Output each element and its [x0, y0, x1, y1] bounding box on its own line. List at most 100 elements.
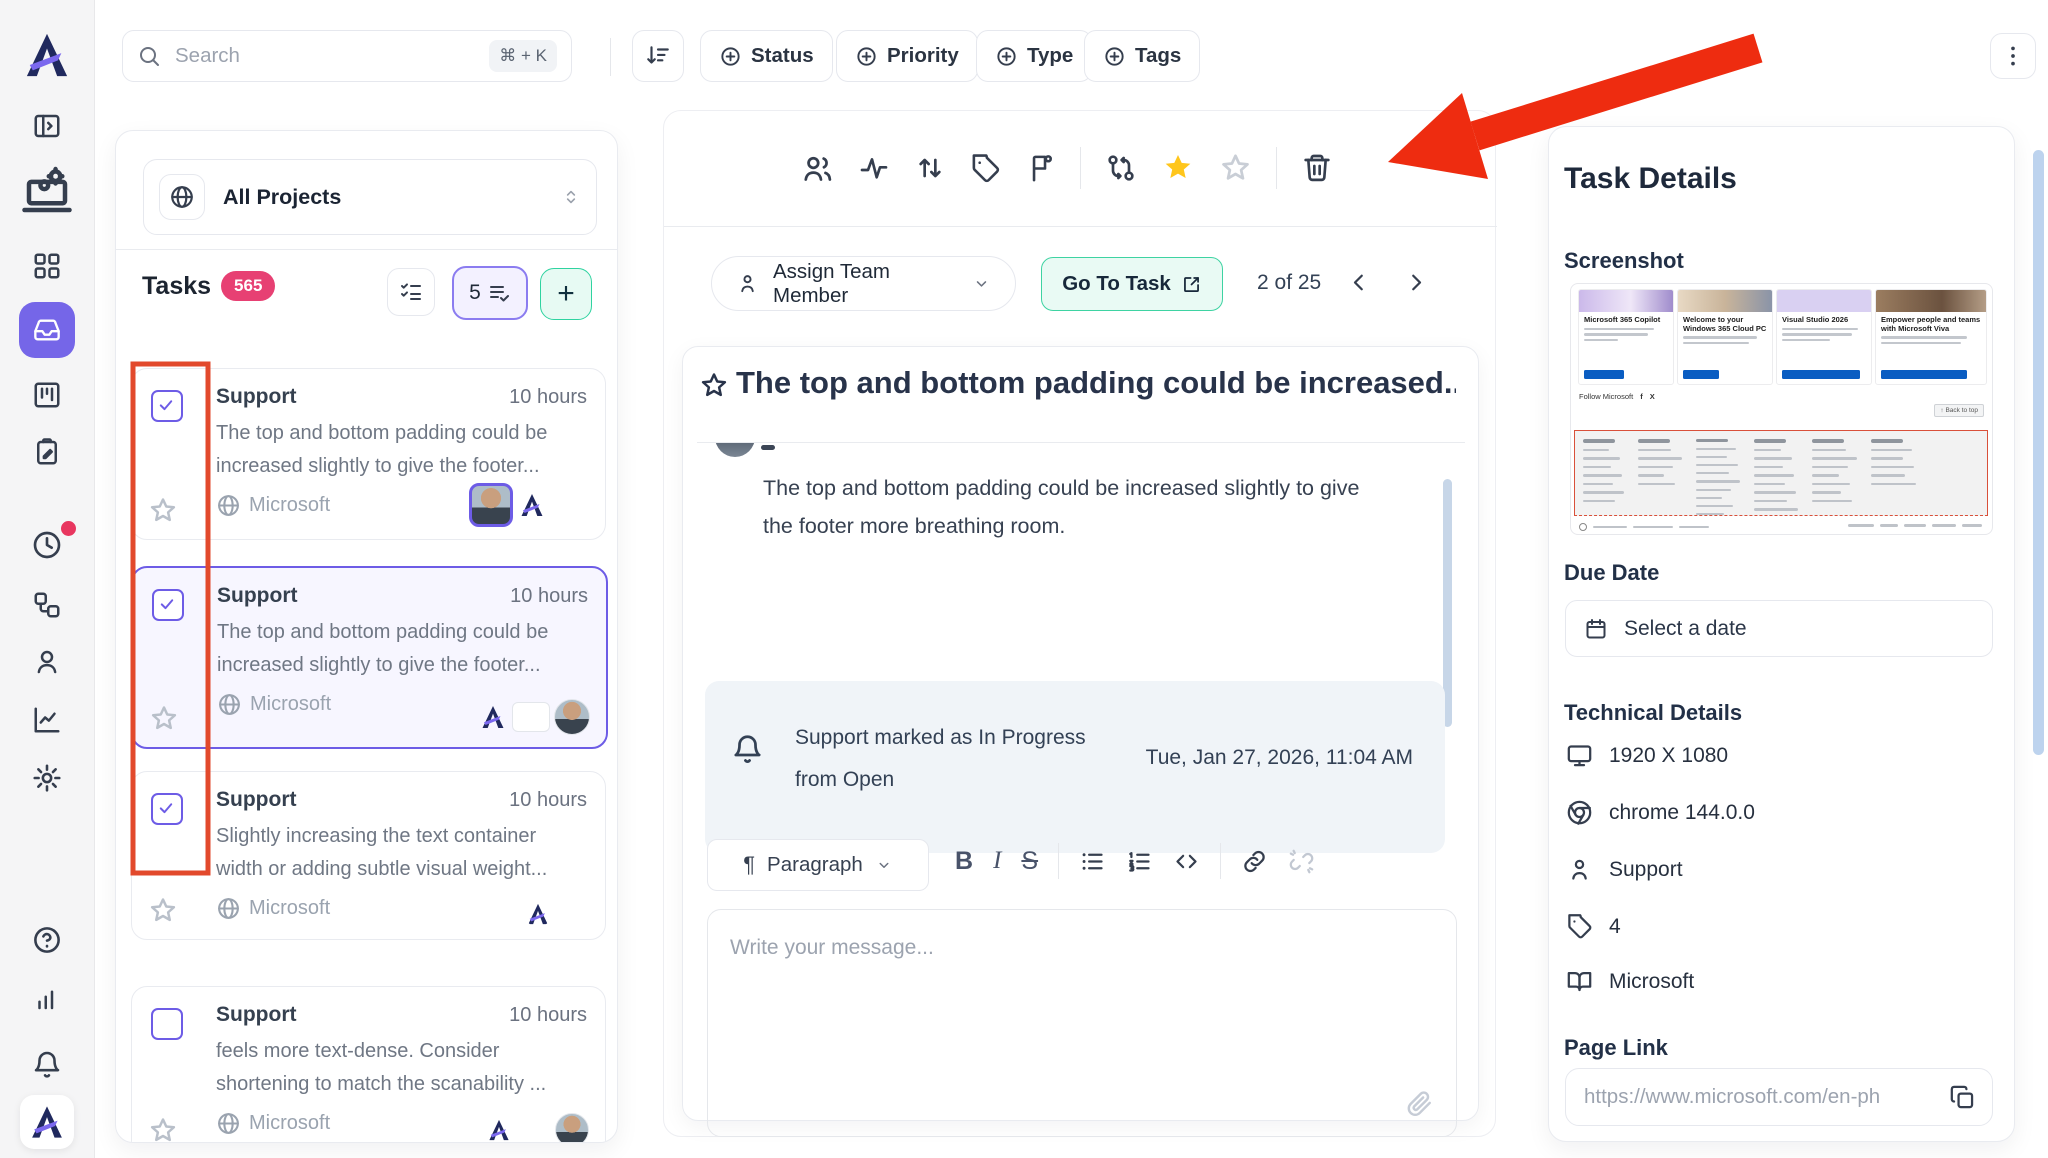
git-compare-icon[interactable]	[1105, 152, 1137, 184]
bold-button[interactable]: B	[955, 847, 973, 876]
italic-button[interactable]: I	[993, 847, 1001, 875]
workspace-logo[interactable]	[20, 1095, 74, 1149]
message-input-box[interactable]: Write your message...	[707, 909, 1457, 1137]
assign-team-member-button[interactable]: Assign Team Member	[711, 256, 1016, 311]
attachment-icon[interactable]	[1405, 1089, 1434, 1118]
plus-icon: +	[557, 279, 575, 309]
unlink-icon[interactable]	[1288, 848, 1315, 875]
device-settings-icon[interactable]	[20, 165, 74, 219]
search-icon	[137, 44, 161, 68]
avatar-logo	[517, 490, 547, 520]
topbar-divider	[610, 38, 611, 76]
due-date-label: Due Date	[1564, 560, 1659, 586]
search-input[interactable]	[173, 43, 477, 69]
globe-icon	[216, 493, 241, 518]
block-type-dropdown[interactable]: ¶ Paragraph	[707, 839, 929, 891]
add-task-button[interactable]: +	[540, 268, 592, 320]
person-icon	[736, 272, 759, 295]
thumb-footer-columns	[1574, 430, 1988, 516]
screenshot-thumbnail[interactable]: Microsoft 365 Copilot Welcome to your Wi…	[1570, 283, 1993, 535]
flag-icon[interactable]	[1025, 153, 1056, 184]
link-icon[interactable]	[1241, 848, 1268, 875]
plus-circle-icon	[719, 45, 742, 68]
plus-circle-icon	[855, 45, 878, 68]
numbered-list-icon[interactable]	[1126, 848, 1153, 875]
thumb-bottom-bar-left	[1579, 523, 1709, 531]
task-hours: 10 hours	[509, 386, 587, 409]
sidebar-item-inbox-active[interactable]	[19, 302, 75, 358]
sidebar-item-help[interactable]	[32, 925, 63, 956]
tag-icon[interactable]	[970, 153, 1001, 184]
select-tasks-button[interactable]	[387, 268, 435, 316]
task-card-4[interactable]: Support10 hours feels more text-dense. C…	[131, 986, 606, 1143]
filter-status-button[interactable]: Status	[700, 30, 833, 82]
task-checkbox-checked[interactable]	[151, 390, 183, 422]
task-title: The top and bottom padding could be incr…	[736, 365, 1456, 401]
tasks-header: Tasks 565	[142, 271, 275, 301]
tech-project-row: Microsoft	[1566, 968, 1694, 995]
thumb-card-title: Visual Studio 2026	[1782, 316, 1866, 325]
panel-divider	[116, 249, 618, 250]
sort-button[interactable]	[632, 30, 684, 82]
filter-type-button[interactable]: Type	[976, 30, 1092, 82]
assignees-icon[interactable]	[801, 152, 834, 185]
search-box[interactable]: ⌘ + K	[122, 30, 572, 82]
task-checkbox-checked[interactable]	[152, 589, 184, 621]
star-outline-icon[interactable]	[1219, 152, 1252, 185]
delete-icon[interactable]	[1301, 152, 1333, 184]
favorite-star-icon[interactable]	[148, 896, 178, 926]
thumb-card-image	[1678, 290, 1772, 312]
task-card-1[interactable]: Support10 hours The top and bottom paddi…	[131, 368, 606, 540]
task-card-3[interactable]: Support10 hours Slightly increasing the …	[131, 771, 606, 940]
page-link-input[interactable]	[1582, 1084, 1939, 1110]
code-icon[interactable]	[1173, 848, 1200, 875]
due-date-field[interactable]: Select a date	[1565, 600, 1993, 657]
title-star-icon[interactable]	[699, 371, 729, 401]
monitor-icon	[1566, 742, 1593, 769]
toolbar-divider-line	[664, 226, 1497, 227]
copy-icon[interactable]	[1949, 1084, 1976, 1111]
sidebar-item-history[interactable]	[31, 529, 63, 561]
prev-task-icon[interactable]	[1346, 269, 1373, 296]
favorite-star-icon[interactable]	[149, 704, 179, 734]
pilcrow-icon: ¶	[743, 852, 755, 878]
favorite-star-icon[interactable]	[148, 1116, 178, 1143]
collapse-panel-icon[interactable]	[32, 111, 62, 141]
sidebar-item-profile[interactable]	[32, 647, 62, 677]
sidebar-item-analytics[interactable]	[32, 705, 62, 735]
task-action-toolbar	[801, 147, 1333, 189]
sidebar-item-integrations[interactable]	[32, 590, 62, 620]
avatar-logo	[478, 702, 508, 732]
page-link-label: Page Link	[1564, 1035, 1668, 1061]
favorite-star-icon[interactable]	[148, 496, 178, 526]
sidebar-item-notifications[interactable]	[32, 1050, 63, 1081]
sidebar-item-notes[interactable]	[32, 437, 62, 467]
task-checkbox-checked[interactable]	[151, 793, 183, 825]
page-scrollbar-thumb[interactable]	[2033, 150, 2044, 755]
bullet-list-icon[interactable]	[1079, 848, 1106, 875]
strikethrough-button[interactable]: S	[1021, 847, 1038, 876]
list-check-icon	[487, 281, 511, 305]
filter-priority-button[interactable]: Priority	[836, 30, 978, 82]
activity-icon[interactable]	[858, 152, 890, 184]
sidebar-item-dashboard[interactable]	[32, 251, 62, 281]
project-selector[interactable]: All Projects	[143, 159, 597, 235]
book-icon	[1566, 968, 1593, 995]
filter-priority-label: Priority	[887, 44, 959, 68]
sidebar-item-settings[interactable]	[32, 763, 63, 794]
sort-updown-icon[interactable]	[914, 152, 946, 184]
block-type-label: Paragraph	[767, 853, 863, 877]
go-to-task-button[interactable]: Go To Task	[1041, 257, 1223, 311]
sidebar-item-board[interactable]	[32, 380, 62, 410]
star-filled-icon[interactable]	[1161, 151, 1195, 185]
task-checkbox-unchecked[interactable]	[151, 1008, 183, 1040]
next-task-icon[interactable]	[1402, 269, 1429, 296]
sidebar-item-stats[interactable]	[32, 983, 62, 1013]
task-card-2-selected[interactable]: Support10 hours The top and bottom paddi…	[131, 566, 608, 749]
tech-assignee: Support	[1609, 858, 1683, 882]
filter-tags-button[interactable]: Tags	[1084, 30, 1200, 82]
more-options-button[interactable]	[1990, 33, 2036, 79]
message-scroll-area[interactable]: The top and bottom padding could be incr…	[697, 443, 1465, 863]
tasks-panel: All Projects Tasks 565 5 + Support10 hou…	[115, 130, 618, 1143]
page-size-button[interactable]: 5	[452, 266, 528, 320]
